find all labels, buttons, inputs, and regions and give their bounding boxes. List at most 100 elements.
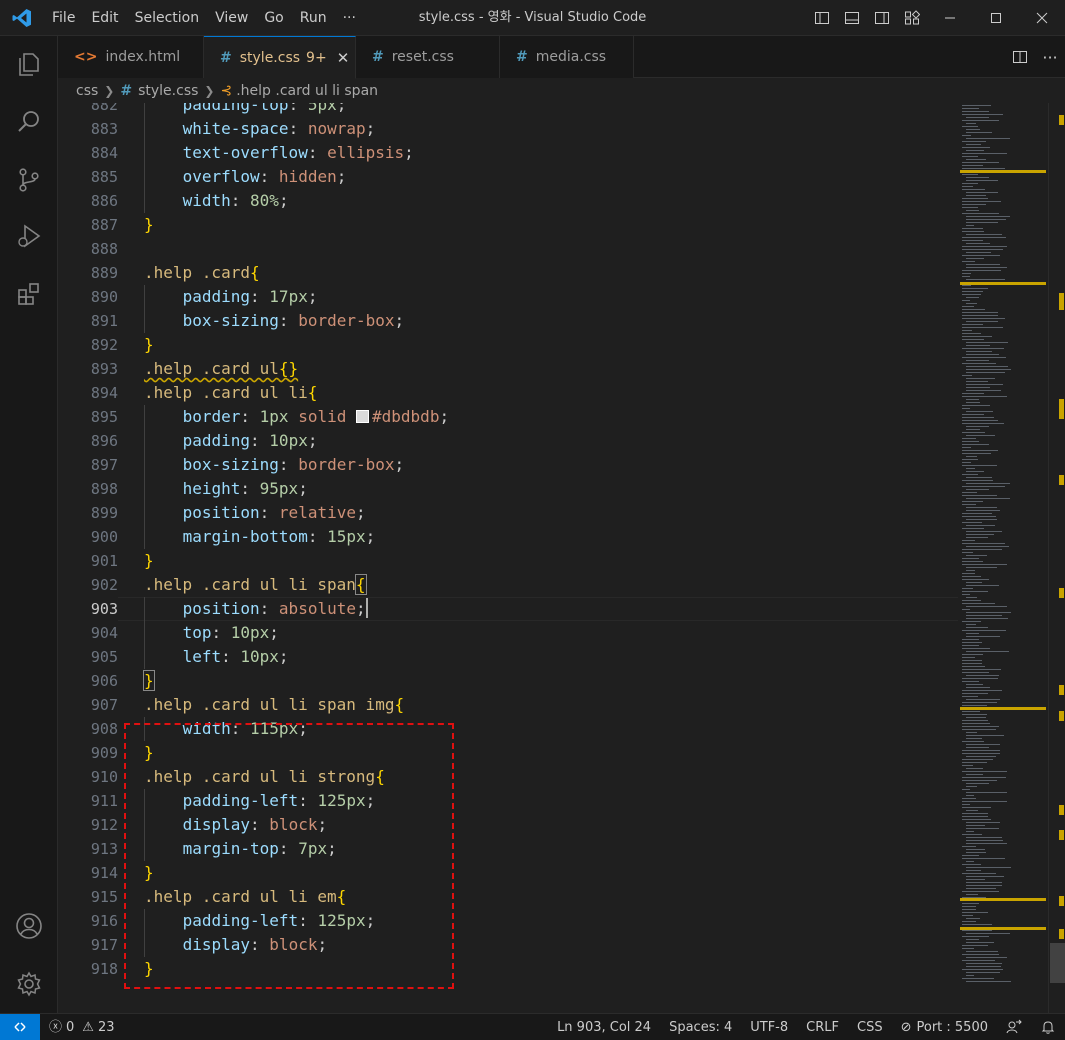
menu-run[interactable]: Run [292,0,335,36]
code-line[interactable]: position: relative; [144,501,958,525]
scrollbar-thumb[interactable] [1050,943,1065,983]
minimap[interactable] [958,103,1048,1013]
code-line[interactable]: top: 10px; [144,621,958,645]
split-editor-icon[interactable] [1005,36,1035,78]
live-server-port[interactable]: ⊘ Port : 5500 [892,1014,997,1040]
indent-guide [144,189,145,213]
problems-indicator[interactable]: ⓧ 0 ⚠ 23 [40,1014,124,1040]
extensions-icon[interactable] [0,270,58,318]
color-swatch[interactable] [356,410,370,423]
minimap-line [966,822,1000,823]
maximize-icon[interactable] [973,0,1019,36]
tab-media-css[interactable]: # media.css [500,36,634,78]
code-line[interactable]: .help .card ul{} [144,357,958,381]
code-line[interactable]: padding: 10px; [144,429,958,453]
remote-indicator-icon[interactable] [0,1013,40,1040]
minimap-line [962,270,1001,271]
manage-gear-icon[interactable] [0,960,58,1008]
editor-tabs: <> index.html # style.css 9+ ✕ # reset.c… [58,36,1065,79]
code-line[interactable]: .help .card ul li span img{ [144,693,958,717]
minimap-line [966,144,981,145]
minimap-line [962,204,986,205]
minimap-line [966,768,983,769]
code-line[interactable]: margin-bottom: 15px; [144,525,958,549]
menu-selection[interactable]: Selection [127,0,208,36]
code-line[interactable]: } [144,333,958,357]
minimap-line [966,519,997,520]
menu-more[interactable]: ··· [335,0,364,36]
code-line[interactable]: .help .card ul li span{ [144,573,958,597]
minimap-line [962,711,980,712]
code-line[interactable]: overflow: hidden; [144,165,958,189]
minimap-line [962,306,974,307]
port-label: Port : 5500 [916,1019,989,1035]
account-icon[interactable] [0,902,58,950]
indentation[interactable]: Spaces: 4 [660,1014,741,1040]
html-icon: <> [74,49,98,65]
end-of-line[interactable]: CRLF [797,1014,848,1040]
minimap-line [966,951,998,952]
tab-style-css[interactable]: # style.css 9+ ✕ [204,36,356,79]
indent-guide [144,501,145,525]
css-hash-icon: # [372,49,384,65]
code-line[interactable]: .help .card{ [144,261,958,285]
minimap-line [962,681,979,682]
code-line[interactable] [144,237,958,261]
breadcrumb-folder[interactable]: css [76,83,98,99]
code-line[interactable]: .help .card ul li{ [144,381,958,405]
vertical-scrollbar[interactable] [1048,103,1065,1013]
cursor-position[interactable]: Ln 903, Col 24 [548,1014,660,1040]
menu-go[interactable]: Go [256,0,291,36]
minimap-line [962,396,1007,397]
feedback-icon[interactable] [997,1019,1031,1035]
code-line[interactable]: left: 10px; [144,645,958,669]
code-line[interactable]: text-overflow: ellipsis; [144,141,958,165]
menu-file[interactable]: File [44,0,83,36]
close-tab-icon[interactable]: ✕ [337,49,350,67]
code-line[interactable]: } [144,549,958,573]
breadcrumb-file[interactable]: style.css [138,83,198,99]
code-line[interactable]: padding-top: 5px; [144,103,958,117]
tab-index-html[interactable]: <> index.html [58,36,204,78]
code-line[interactable]: box-sizing: border-box; [144,309,958,333]
minimap-line [962,702,997,703]
more-actions-icon[interactable]: ··· [1035,36,1065,78]
line-number: 885 [90,168,118,186]
code-line[interactable]: border: 1px solid #dbdbdb; [144,405,958,429]
search-icon[interactable] [0,98,58,146]
source-control-icon[interactable] [0,156,58,204]
minimap-line [966,582,982,583]
menu-edit[interactable]: Edit [83,0,126,36]
code-text: .help .card{ [144,263,260,282]
encoding[interactable]: UTF-8 [741,1014,797,1040]
code-line[interactable]: box-sizing: border-box; [144,453,958,477]
minimap-highlight [960,707,1046,710]
code-line[interactable]: white-space: nowrap; [144,117,958,141]
indent-guide [144,621,145,645]
notifications-bell-icon[interactable] [1031,1019,1065,1035]
code-text: } [144,215,154,234]
code-line[interactable]: } [144,213,958,237]
minimap-line [962,750,1000,751]
customize-layout-icon[interactable] [897,0,927,36]
minimize-icon[interactable] [927,0,973,36]
code-line[interactable]: } [143,669,958,693]
run-debug-icon[interactable] [0,212,58,260]
minimap-line [962,213,999,214]
minimap-line [962,576,981,577]
close-window-icon[interactable] [1019,0,1065,36]
code-line[interactable]: width: 80%; [144,189,958,213]
language-mode[interactable]: CSS [848,1014,892,1040]
explorer-icon[interactable] [0,40,58,88]
breadcrumb-symbol[interactable]: .help .card ul li span [236,83,378,99]
toggle-secondary-sidebar-icon[interactable] [867,0,897,36]
code-line[interactable]: height: 95px; [144,477,958,501]
menu-view[interactable]: View [207,0,256,36]
toggle-panel-icon[interactable] [837,0,867,36]
code-line[interactable]: padding: 17px; [144,285,958,309]
toggle-primary-sidebar-icon[interactable] [807,0,837,36]
minimap-line [966,861,974,862]
tab-reset-css[interactable]: # reset.css [356,36,500,78]
minimap-line [962,294,981,295]
code-line[interactable]: position: absolute; [144,597,958,621]
